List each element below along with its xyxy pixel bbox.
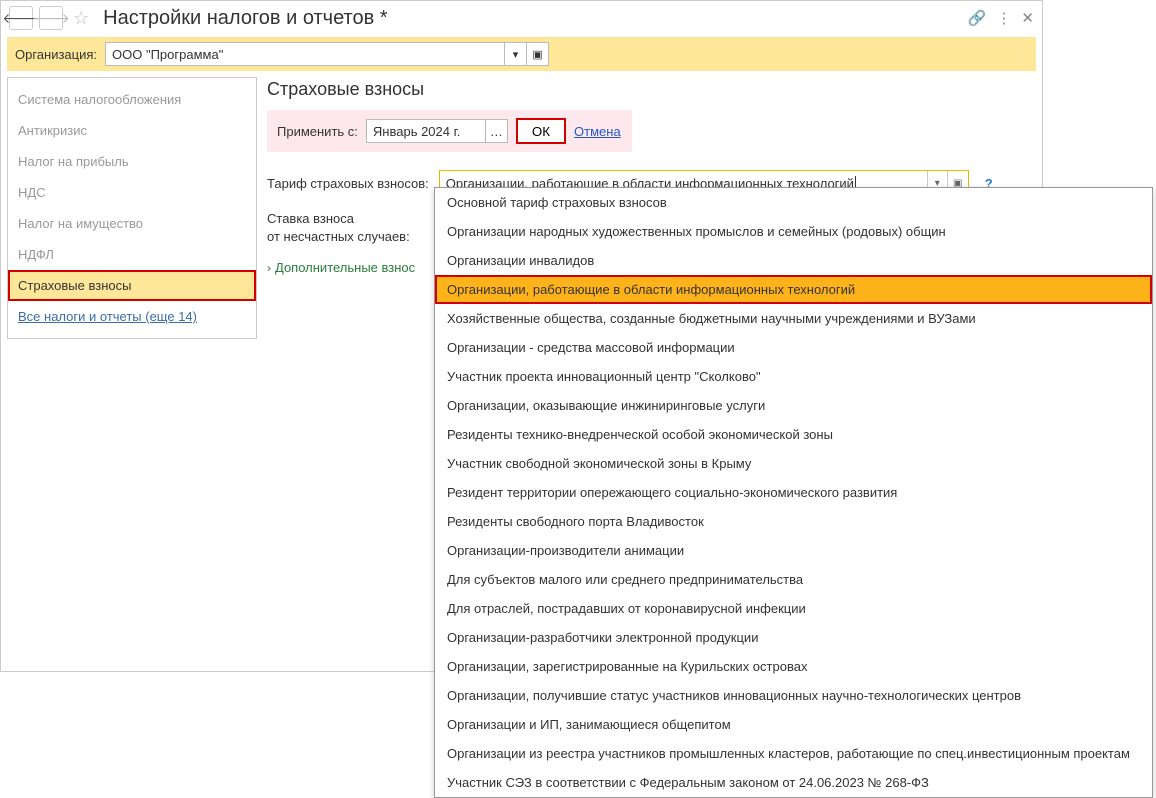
- tariff-option[interactable]: Резидент территории опережающего социаль…: [435, 478, 1152, 507]
- organization-bar: Организация: ООО "Программа" ▾ ▣: [7, 37, 1036, 71]
- sidebar-item-ndfl[interactable]: НДФЛ: [8, 239, 256, 270]
- apply-from-input[interactable]: Январь 2024 г.: [366, 119, 486, 143]
- tariff-option[interactable]: Резиденты свободного порта Владивосток: [435, 507, 1152, 536]
- organization-input[interactable]: ООО "Программа": [105, 42, 505, 66]
- tariff-option[interactable]: Организации, получившие статус участнико…: [435, 681, 1152, 710]
- close-icon[interactable]: ✕: [1021, 9, 1034, 27]
- tariff-option[interactable]: Участник свободной экономической зоны в …: [435, 449, 1152, 478]
- tariff-option[interactable]: Организации и ИП, занимающиеся общепитом: [435, 710, 1152, 739]
- sidebar-item-all-taxes[interactable]: Все налоги и отчеты (еще 14): [8, 301, 256, 332]
- section-title: Страховые взносы: [267, 79, 1036, 100]
- tariff-dropdown-list[interactable]: Основной тариф страховых взносовОрганиза…: [434, 187, 1153, 798]
- tariff-option[interactable]: Организации, зарегистрированные на Курил…: [435, 652, 1152, 681]
- sidebar: Система налогообложения Антикризис Налог…: [7, 77, 257, 339]
- tariff-option[interactable]: Организации-разработчики электронной про…: [435, 623, 1152, 652]
- tariff-option[interactable]: Хозяйственные общества, созданные бюджет…: [435, 304, 1152, 333]
- sidebar-item-anticrisis[interactable]: Антикризис: [8, 115, 256, 146]
- sidebar-item-profit-tax[interactable]: Налог на прибыль: [8, 146, 256, 177]
- tariff-option[interactable]: Участник СЭЗ в соответствии с Федеральны…: [435, 768, 1152, 797]
- tariff-option[interactable]: Резиденты технико-внедренческой особой э…: [435, 420, 1152, 449]
- organization-label: Организация:: [15, 47, 97, 62]
- sidebar-item-property-tax[interactable]: Налог на имущество: [8, 208, 256, 239]
- sidebar-item-tax-system[interactable]: Система налогообложения: [8, 84, 256, 115]
- apply-from-bar: Применить с: Январь 2024 г. … ОК Отмена: [267, 110, 632, 152]
- nav-forward-button[interactable]: 🡒: [39, 6, 63, 30]
- tariff-option[interactable]: Организации народных художественных пром…: [435, 217, 1152, 246]
- sidebar-item-insurance[interactable]: Страховые взносы: [8, 270, 256, 301]
- ok-button[interactable]: ОК: [516, 118, 566, 144]
- organization-open-button[interactable]: ▣: [527, 42, 549, 66]
- tariff-option[interactable]: Организации - средства массовой информац…: [435, 333, 1152, 362]
- organization-dropdown-button[interactable]: ▾: [505, 42, 527, 66]
- tariff-option[interactable]: Для субъектов малого или среднего предпр…: [435, 565, 1152, 594]
- tariff-option[interactable]: Организации инвалидов: [435, 246, 1152, 275]
- accident-rate-label: Ставка взноса от несчастных случаев:: [267, 210, 410, 246]
- nav-back-button[interactable]: 🡐: [9, 6, 33, 30]
- tariff-label: Тариф страховых взносов:: [267, 176, 429, 191]
- sidebar-item-vat[interactable]: НДС: [8, 177, 256, 208]
- page-title: Настройки налогов и отчетов *: [99, 7, 962, 30]
- apply-from-label: Применить с:: [277, 124, 358, 139]
- tariff-option[interactable]: Основной тариф страховых взносов: [435, 188, 1152, 217]
- tariff-option[interactable]: Для отраслей, пострадавших от коронавиру…: [435, 594, 1152, 623]
- more-icon[interactable]: ⋮: [996, 9, 1011, 27]
- tariff-option[interactable]: Организации из реестра участников промыш…: [435, 739, 1152, 768]
- favorite-icon[interactable]: ☆: [73, 8, 89, 29]
- tariff-option[interactable]: Организации, оказывающие инжиниринговые …: [435, 391, 1152, 420]
- apply-from-picker-button[interactable]: …: [486, 119, 508, 143]
- link-icon[interactable]: 🔗: [968, 9, 987, 27]
- tariff-option[interactable]: Организации, работающие в области информ…: [435, 275, 1152, 304]
- tariff-option[interactable]: Организации-производители анимации: [435, 536, 1152, 565]
- chevron-right-icon: ›: [267, 261, 271, 275]
- cancel-link[interactable]: Отмена: [574, 124, 621, 139]
- tariff-option[interactable]: Участник проекта инновационный центр "Ск…: [435, 362, 1152, 391]
